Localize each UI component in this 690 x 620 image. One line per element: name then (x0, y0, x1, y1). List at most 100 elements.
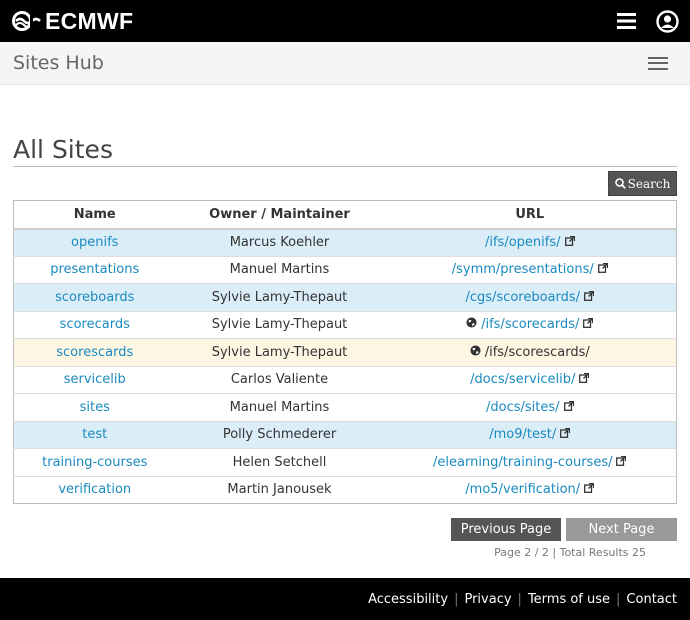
ecmwf-logo-mark-icon (12, 11, 41, 31)
site-url-link[interactable]: /elearning/training-courses/ (433, 455, 612, 470)
owner-name: Manuel Martins (229, 262, 330, 278)
next-page-button[interactable]: Next Page (566, 518, 677, 541)
site-name-cell: test (13, 420, 176, 449)
owner-name: Sylvie Lamy-Thepaut (211, 317, 348, 333)
footer-separator: | (616, 591, 621, 607)
site-url-link[interactable]: /docs/servicelib/ (470, 372, 575, 387)
site-name-cell: scoreboards (13, 283, 176, 311)
column-header-url[interactable]: URL (383, 200, 677, 230)
table-row: openifs Marcus Koehler/ifs/openifs/ (13, 228, 677, 256)
previous-page-button[interactable]: Previous Page (451, 518, 561, 541)
owner-cell: Sylvie Lamy-Thepaut (175, 338, 384, 366)
site-name-link[interactable]: servicelib (64, 372, 126, 387)
footer-link-privacy[interactable]: Privacy (464, 592, 511, 607)
site-name-cell: sites (13, 393, 176, 421)
url-cell: /cgs/scoreboards/ (383, 283, 677, 311)
page-title: All Sites (13, 135, 677, 167)
footer-link-accessibility[interactable]: Accessibility (368, 592, 448, 607)
site-name-cell: training-courses (13, 448, 176, 476)
search-button[interactable]: Search (608, 171, 677, 196)
external-link-icon (560, 427, 571, 442)
owner-name: Martin Janousek (227, 482, 332, 498)
table-row: presentations Manuel Martins/symm/present… (13, 255, 677, 284)
site-name-cell: scorescards (13, 338, 176, 366)
owner-cell: Martin Janousek (175, 475, 384, 504)
main-content: All Sites Search Name Owner / Maintainer… (0, 135, 690, 559)
site-name-link[interactable]: test (82, 427, 107, 442)
url-cell: /ifs/scorescards/ (383, 338, 677, 366)
site-name-cell: verification (13, 475, 176, 504)
globe-icon (466, 317, 477, 332)
footer-separator: | (517, 591, 522, 607)
search-icon (614, 178, 626, 189)
site-url-link[interactable]: /docs/sites/ (486, 400, 560, 415)
hamburger-menu-icon[interactable] (648, 56, 668, 70)
url-cell: /docs/sites/ (383, 393, 677, 421)
owner-name: Polly Schmederer (222, 427, 337, 443)
site-url-link[interactable]: /mo5/verification/ (465, 482, 580, 497)
app-title[interactable]: Sites Hub (13, 52, 104, 74)
owner-cell: Sylvie Lamy-Thepaut (175, 283, 384, 311)
url-cell: /mo9/test/ (383, 420, 677, 449)
table-row: test Polly Schmederer/mo9/test/ (13, 420, 677, 449)
user-icon[interactable] (656, 9, 679, 33)
site-url-link[interactable]: /cgs/scoreboards/ (465, 290, 580, 305)
owner-cell: Sylvie Lamy-Thepaut (175, 310, 384, 339)
table-row: scorescards Sylvie Lamy-Thepaut/ifs/score… (13, 338, 677, 366)
site-name-cell: openifs (13, 228, 176, 256)
site-name-link[interactable]: scorecards (60, 317, 130, 332)
url-cell: /ifs/openifs/ (383, 228, 677, 256)
owner-cell: Carlos Valiente (175, 365, 384, 394)
table-row: scoreboards Sylvie Lamy-Thepaut/cgs/score… (13, 283, 677, 311)
site-url-link[interactable]: /symm/presentations/ (452, 262, 594, 277)
site-name-link[interactable]: scoreboards (55, 290, 134, 305)
owner-cell: Manuel Martins (175, 255, 384, 284)
external-link-icon (583, 317, 594, 332)
external-link-icon (584, 482, 595, 497)
site-name-link[interactable]: training-courses (42, 455, 147, 470)
footer-link-terms[interactable]: Terms of use (528, 592, 610, 607)
footer-separator: | (454, 591, 459, 607)
site-url-text: /ifs/scorescards/ (484, 344, 590, 360)
search-button-label: Search (627, 176, 671, 191)
footer: Accessibility | Privacy | Terms of use |… (0, 578, 690, 620)
pagination: Previous Page Next Page (13, 518, 677, 541)
site-name-link[interactable]: scorescards (56, 345, 133, 360)
url-cell: /ifs/scorecards/ (383, 310, 677, 339)
external-link-icon (597, 262, 608, 277)
site-name-link[interactable]: verification (58, 482, 131, 497)
table-row: training-courses Helen Setchell/elearning… (13, 448, 677, 476)
sites-table: Name Owner / Maintainer URL openifs Marcu… (13, 200, 677, 504)
footer-link-contact[interactable]: Contact (626, 592, 677, 607)
owner-cell: Polly Schmederer (175, 420, 384, 449)
external-link-icon (584, 290, 595, 305)
site-name-link[interactable]: presentations (50, 262, 139, 277)
url-cell: /docs/servicelib/ (383, 365, 677, 394)
sub-navbar: Sites Hub (0, 42, 690, 85)
column-header-name[interactable]: Name (13, 200, 176, 230)
owner-name: Sylvie Lamy-Thepaut (211, 344, 348, 360)
site-url-link[interactable]: /ifs/scorecards/ (481, 317, 579, 332)
site-url-link[interactable]: /ifs/openifs/ (485, 235, 561, 250)
ecmwf-logo[interactable]: ECMWF (12, 8, 133, 35)
url-cell: /elearning/training-courses/ (383, 448, 677, 476)
site-name-cell: scorecards (13, 310, 176, 339)
menu-icon[interactable] (617, 13, 636, 29)
owner-name: Carlos Valiente (230, 372, 329, 388)
external-link-icon (579, 372, 590, 387)
owner-name: Manuel Martins (229, 399, 330, 415)
owner-cell: Helen Setchell (175, 448, 384, 476)
site-name-link[interactable]: sites (80, 400, 110, 415)
owner-name: Marcus Koehler (229, 235, 330, 250)
url-cell: /mo5/verification/ (383, 475, 677, 504)
site-name-link[interactable]: openifs (71, 235, 118, 250)
table-row: scorecards Sylvie Lamy-Thepaut/ifs/scorec… (13, 310, 677, 339)
url-cell: /symm/presentations/ (383, 255, 677, 284)
table-row: sites Manuel Martins/docs/sites/ (13, 393, 677, 421)
table-row: verification Martin Janousek/mo5/verifica… (13, 475, 677, 504)
owner-cell: Marcus Koehler (175, 228, 384, 256)
site-url-link[interactable]: /mo9/test/ (489, 427, 556, 442)
column-header-owner[interactable]: Owner / Maintainer (175, 200, 384, 230)
globe-icon (470, 345, 481, 360)
pagination-info: Page 2 / 2 | Total Results 25 (494, 546, 646, 559)
